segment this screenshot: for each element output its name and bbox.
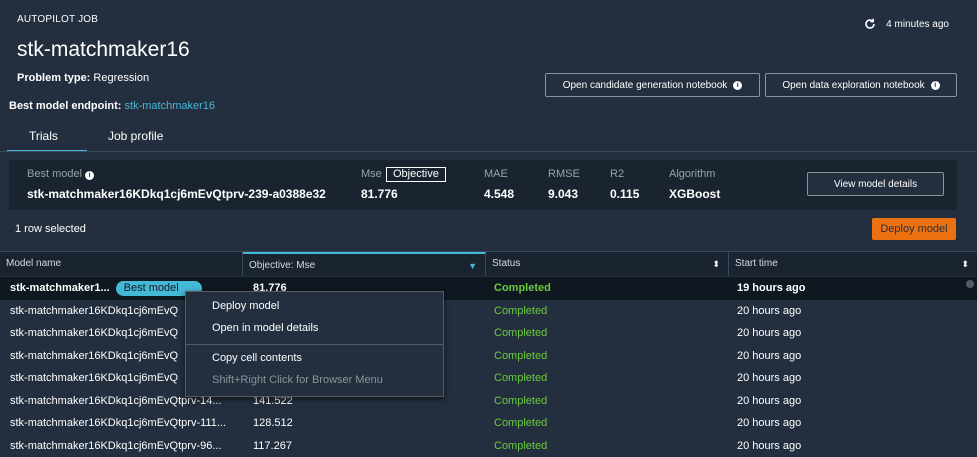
menu-divider [186, 344, 443, 345]
best-model-name: stk-matchmaker16KDkq1cj6mEvQtprv-239-a03… [27, 187, 326, 201]
open-candidate-notebook-label: Open candidate generation notebook [563, 80, 728, 91]
tab-trials[interactable]: Trials [29, 129, 58, 143]
model-name-cell[interactable]: stk-matchmaker16KDkq1cj6mEvQ [10, 322, 178, 345]
rmse-label: RMSE [548, 168, 580, 180]
endpoint-label: Best model endpoint: [9, 100, 121, 112]
deploy-model-button[interactable]: Deploy model [872, 218, 956, 240]
menu-item-copy-cell-contents[interactable]: Copy cell contents [212, 352, 302, 364]
table-row[interactable]: stk-matchmaker16KDkq1cj6mEvQ Completed 2… [0, 300, 977, 323]
table-row[interactable]: stk-matchmaker16KDkq1cj6mEvQtprv-96... 1… [0, 435, 977, 457]
status-cell[interactable]: Completed [494, 412, 547, 435]
model-name-cell[interactable]: stk-matchmaker16KDkq1cj6mEvQ [10, 300, 178, 323]
status-cell[interactable]: Completed [494, 345, 547, 368]
rmse-value: 9.043 [548, 187, 578, 201]
table-row[interactable]: stk-matchmaker16KDkq1cj6mEvQtprv-14... 1… [0, 390, 977, 413]
problem-type-value: Regression [93, 72, 149, 84]
refresh-icon[interactable] [864, 18, 876, 30]
table-row[interactable]: stk-matchmaker16KDkq1cj6mEvQtprv-111... … [0, 412, 977, 435]
status-cell[interactable]: Completed [494, 300, 547, 323]
menu-item-browser-menu-hint: Shift+Right Click for Browser Menu [212, 374, 383, 386]
algorithm-label: Algorithm [669, 168, 715, 180]
best-model-endpoint: Best model endpoint: stk-matchmaker16 [9, 100, 215, 112]
info-icon: i [931, 81, 940, 90]
status-cell[interactable]: Completed [494, 367, 547, 390]
model-name-cell[interactable]: stk-matchmaker16KDkq1cj6mEvQtprv-111... [10, 412, 226, 435]
best-model-summary: Best model i stk-matchmaker16KDkq1cj6mEv… [9, 160, 957, 210]
view-model-details-button[interactable]: View model details [807, 172, 944, 196]
info-icon: i [85, 171, 94, 180]
mae-label: MAE [484, 168, 508, 180]
objective-badge: Objective [386, 167, 446, 182]
objective-cell[interactable]: 128.512 [253, 412, 293, 435]
objective-cell[interactable]: 117.267 [253, 435, 292, 457]
r2-label: R2 [610, 168, 624, 180]
grid-header: Model name Objective: Mse▼ Status⬍ Start… [0, 251, 977, 276]
tab-job-profile[interactable]: Job profile [108, 129, 163, 143]
table-row[interactable]: stk-matchmaker16KDkq1cj6mEvQ Completed 2… [0, 345, 977, 368]
open-candidate-notebook-button[interactable]: Open candidate generation notebook i [545, 73, 760, 97]
algorithm-value: XGBoost [669, 187, 720, 201]
r2-value: 0.115 [610, 187, 639, 201]
open-exploration-notebook-label: Open data exploration notebook [782, 80, 924, 91]
menu-item-deploy-model[interactable]: Deploy model [212, 300, 279, 312]
view-model-details-label: View model details [834, 179, 917, 190]
refresh-time: 4 minutes ago [886, 19, 949, 30]
sort-icon[interactable]: ⬍ [961, 252, 969, 276]
tabs: Trials Job profile [0, 124, 977, 152]
mae-value: 4.548 [484, 187, 514, 201]
job-title: stk-matchmaker16 [17, 38, 190, 62]
model-name-cell[interactable]: stk-matchmaker16KDkq1cj6mEvQ [10, 345, 178, 368]
table-row[interactable]: stk-matchmaker16KDkq1cj6mEvQ Completed 2… [0, 367, 977, 390]
grid-body: stk-matchmaker1...Best model 81.776 Comp… [0, 277, 977, 457]
start-time-cell[interactable]: 20 hours ago [737, 367, 801, 390]
model-name-cell[interactable]: stk-matchmaker16KDkq1cj6mEvQtprv-96... [10, 435, 222, 457]
scroll-thumb[interactable] [966, 280, 974, 288]
model-name-cell[interactable]: stk-matchmaker16KDkq1cj6mEvQ [10, 367, 178, 390]
tabs-divider [0, 151, 977, 152]
vertical-scrollbar[interactable] [963, 277, 977, 443]
status-cell[interactable]: Completed [494, 322, 547, 345]
mse-value: 81.776 [361, 187, 398, 201]
status-cell[interactable]: Completed [494, 277, 551, 300]
start-time-cell[interactable]: 19 hours ago [737, 277, 805, 300]
mse-label: Mse [361, 168, 382, 180]
context-menu: Deploy model Open in model details Copy … [185, 291, 444, 397]
column-header-status[interactable]: Status⬍ [486, 252, 729, 276]
start-time-cell[interactable]: 20 hours ago [737, 390, 801, 413]
start-time-cell[interactable]: 20 hours ago [737, 322, 801, 345]
start-time-cell[interactable]: 20 hours ago [737, 345, 801, 368]
job-label: AUTOPILOT JOB [17, 14, 98, 25]
refresh-area[interactable]: 4 minutes ago [864, 18, 949, 30]
status-cell[interactable]: Completed [494, 435, 547, 457]
start-time-cell[interactable]: 20 hours ago [737, 435, 801, 457]
sort-desc-icon[interactable]: ▼ [468, 254, 477, 278]
column-header-start-time[interactable]: Start time⬍ [729, 252, 977, 276]
endpoint-link[interactable]: stk-matchmaker16 [125, 100, 215, 112]
table-row[interactable]: stk-matchmaker16KDkq1cj6mEvQ Completed 2… [0, 322, 977, 345]
rows-selected-count: 1 row selected [15, 223, 86, 235]
best-model-label: Best model i [27, 168, 94, 180]
sort-icon[interactable]: ⬍ [712, 252, 720, 276]
column-header-objective[interactable]: Objective: Mse▼ [243, 252, 486, 276]
table-row[interactable]: stk-matchmaker1...Best model 81.776 Comp… [0, 277, 977, 300]
start-time-cell[interactable]: 20 hours ago [737, 412, 801, 435]
problem-type: Problem type: Regression [17, 72, 149, 84]
info-icon: i [733, 81, 742, 90]
problem-type-label: Problem type: [17, 72, 90, 84]
status-cell[interactable]: Completed [494, 390, 547, 413]
column-header-model-name[interactable]: Model name [0, 252, 243, 276]
menu-item-open-model-details[interactable]: Open in model details [212, 322, 318, 334]
start-time-cell[interactable]: 20 hours ago [737, 300, 801, 323]
model-name-cell[interactable]: stk-matchmaker1...Best model [10, 277, 202, 300]
open-exploration-notebook-button[interactable]: Open data exploration notebook i [765, 73, 957, 97]
